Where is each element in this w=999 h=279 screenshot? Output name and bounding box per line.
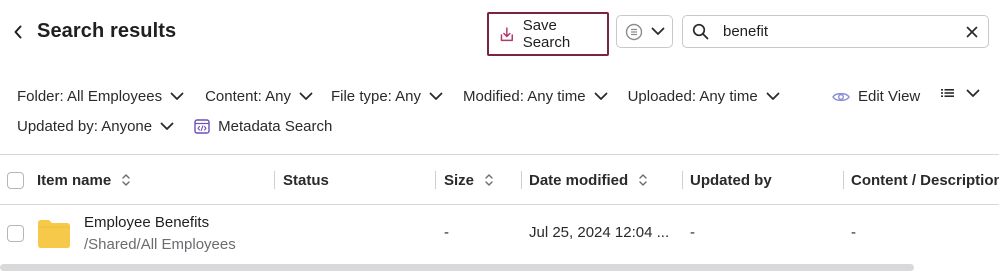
column-header-content-description[interactable]: Content / Description	[851, 155, 999, 205]
back-button[interactable]	[10, 22, 26, 42]
folder-icon	[38, 220, 70, 248]
list-view-icon	[941, 89, 954, 97]
column-label: Date modified	[529, 171, 629, 189]
table-header: Item name Status Size Date modified Upda…	[0, 155, 999, 205]
sort-icon	[485, 174, 493, 186]
view-mode-button[interactable]	[941, 88, 980, 98]
column-label: Updated by	[690, 171, 772, 189]
list-circle-icon	[625, 23, 642, 40]
search-input[interactable]	[723, 23, 953, 40]
chevron-down-icon	[966, 89, 980, 97]
filter-file-type-label: File type: Any	[330, 88, 422, 105]
save-search-button[interactable]: Save Search	[487, 12, 609, 56]
select-all-checkbox[interactable]	[7, 171, 24, 189]
top-bar: Search results Save Search	[0, 0, 999, 62]
column-resize-handle[interactable]	[843, 171, 844, 189]
column-label: Content / Description	[851, 171, 999, 189]
chevron-down-icon	[429, 92, 443, 100]
chevron-down-icon	[651, 27, 664, 35]
filter-uploaded[interactable]: Uploaded: Any time	[628, 88, 780, 105]
page-title: Search results	[37, 20, 177, 42]
column-label: Size	[444, 171, 475, 189]
chevron-down-icon	[594, 92, 607, 100]
filter-folder-label: Folder: All Employees	[17, 88, 163, 105]
column-resize-handle[interactable]	[274, 171, 275, 189]
chevron-left-icon	[14, 25, 22, 39]
close-icon	[966, 26, 978, 38]
eye-icon	[832, 92, 850, 101]
save-search-label: Save Search	[522, 17, 571, 51]
filter-modified[interactable]: Modified: Any time	[463, 88, 608, 105]
metadata-search-label: Metadata Search	[218, 118, 333, 135]
filter-updated-by[interactable]: Updated by: Anyone	[17, 118, 174, 135]
column-header-updated-by[interactable]: Updated by	[690, 155, 772, 205]
column-header-item-name[interactable]: Item name	[37, 155, 131, 205]
edit-view-button[interactable]: Edit View	[832, 88, 920, 105]
date-modified-cell: Jul 25, 2024 12:04 ...	[529, 224, 670, 241]
download-icon	[500, 26, 513, 41]
filters-row-1: Folder: All Employees Content: Any File …	[17, 88, 780, 105]
filter-file-type[interactable]: File type: Any	[331, 88, 443, 105]
column-resize-handle[interactable]	[682, 171, 683, 189]
size-cell: -	[444, 224, 449, 241]
search-icon	[692, 23, 709, 40]
column-header-size[interactable]: Size	[444, 155, 494, 205]
filter-uploaded-label: Uploaded: Any time	[627, 88, 758, 105]
filter-options-button[interactable]	[616, 15, 673, 48]
filter-modified-label: Modified: Any time	[463, 88, 586, 105]
filter-updated-by-label: Updated by: Anyone	[17, 118, 153, 135]
row-checkbox[interactable]	[7, 225, 24, 242]
column-resize-handle[interactable]	[521, 171, 522, 189]
column-label: Status	[283, 171, 329, 189]
code-box-icon	[194, 119, 210, 134]
column-header-date-modified[interactable]: Date modified	[529, 155, 648, 205]
item-path: /Shared/All Employees	[84, 236, 236, 253]
chevron-down-icon	[170, 92, 184, 100]
column-resize-handle[interactable]	[435, 171, 436, 189]
metadata-search-button[interactable]: Metadata Search	[194, 118, 332, 135]
search-box	[682, 15, 989, 48]
clear-search-button[interactable]	[964, 24, 980, 40]
content-description-cell: -	[851, 224, 856, 241]
item-name-link[interactable]: Employee Benefits	[84, 214, 209, 231]
table-row[interactable]: Employee Benefits /Shared/All Employees …	[0, 206, 999, 262]
chevron-down-icon	[766, 92, 780, 100]
chevron-down-icon	[160, 122, 174, 130]
updated-by-cell: -	[690, 224, 695, 241]
filter-folder[interactable]: Folder: All Employees	[17, 88, 184, 105]
edit-view-label: Edit View	[858, 88, 921, 105]
filter-content-label: Content: Any	[205, 88, 291, 105]
filter-content[interactable]: Content: Any	[205, 88, 313, 105]
select-all-cell	[7, 155, 24, 205]
filters-row-2: Updated by: Anyone Metadata Search	[17, 118, 332, 135]
column-label: Item name	[37, 171, 112, 189]
sort-icon	[122, 174, 130, 186]
horizontal-scrollbar[interactable]	[0, 264, 914, 271]
chevron-down-icon	[299, 92, 313, 100]
sort-icon	[639, 174, 647, 186]
column-header-status[interactable]: Status	[283, 155, 329, 205]
